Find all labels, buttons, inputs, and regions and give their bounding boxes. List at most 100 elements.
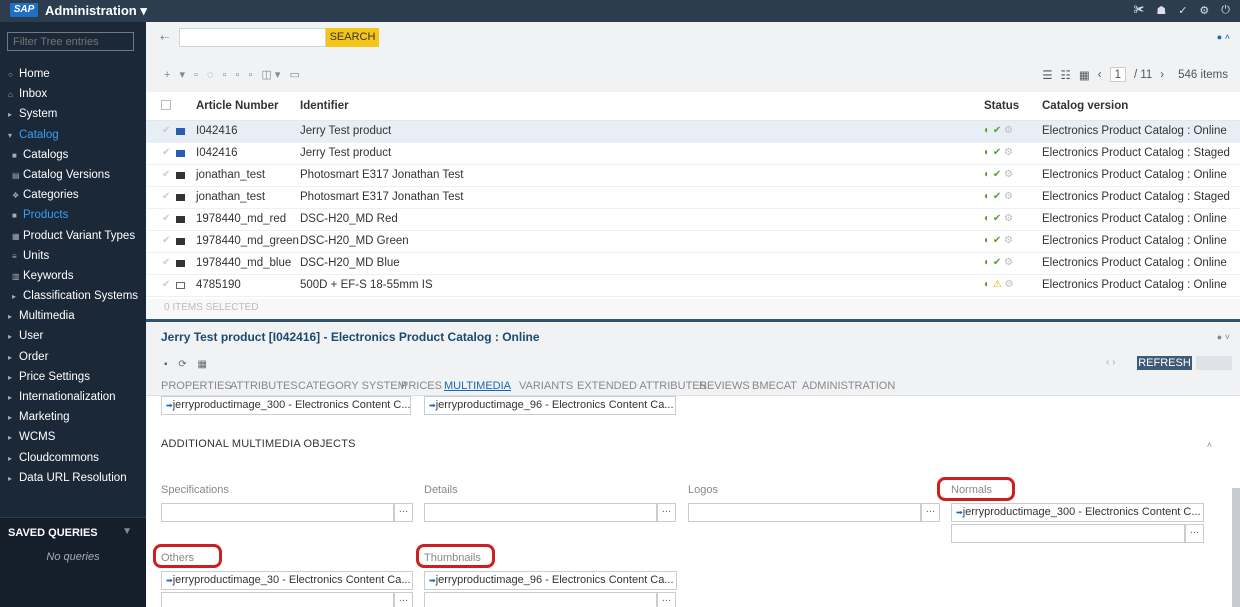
sidebar-item-catalogs[interactable]: ■ Catalogs bbox=[0, 145, 146, 165]
logos-browse-button[interactable]: … bbox=[921, 503, 940, 522]
tree-view-icon[interactable]: ☷ bbox=[1061, 68, 1071, 82]
filter-icon[interactable]: ▼ bbox=[122, 526, 132, 537]
settings-icon[interactable]: ⚙ bbox=[1199, 4, 1209, 17]
table-row[interactable]: ✔ jonathan_test Photosmart E317 Jonathan T… bbox=[146, 165, 1240, 187]
tab-prices[interactable]: PRICES bbox=[401, 380, 442, 392]
table-row[interactable]: ✔ 4785190 500D + EF-S 18-55mm IS ◐ ⚠ ⚙ Elec… bbox=[146, 275, 1240, 297]
normals-field[interactable] bbox=[951, 524, 1185, 543]
pin-icon[interactable]: ● ˄ bbox=[1217, 32, 1230, 42]
row-checkbox[interactable]: ✔ bbox=[162, 213, 170, 224]
select-all-checkbox[interactable] bbox=[161, 100, 171, 110]
sidebar-item-marketing[interactable]: ▸ Marketing bbox=[0, 407, 146, 427]
tab-properties[interactable]: PROPERTIES bbox=[161, 380, 232, 392]
reference-chip[interactable]: ➡jerryproductimage_96 - Electronics Cont… bbox=[424, 396, 676, 415]
tab-variants[interactable]: VARIANTS bbox=[519, 380, 573, 392]
sidebar-item-cloudcommons[interactable]: ▸ Cloudcommons bbox=[0, 448, 146, 468]
pin-detail-icon[interactable]: ● ˅ bbox=[1217, 332, 1230, 342]
edit-icon[interactable]: ✀ bbox=[1134, 4, 1145, 17]
sidebar-item-keywords[interactable]: ▥ Keywords bbox=[0, 266, 146, 286]
tab-category-system[interactable]: CATEGORY SYSTEM bbox=[298, 380, 407, 392]
logos-field[interactable] bbox=[688, 503, 921, 522]
sidebar-item-price-settings[interactable]: ▸ Price Settings bbox=[0, 367, 146, 387]
tab-reviews[interactable]: REVIEWS bbox=[699, 380, 750, 392]
sidebar-item-units[interactable]: ≡ Units bbox=[0, 246, 146, 266]
table-row[interactable]: ✔ 1978440_md_red DSC-H20_MD Red ◐ ✔ ⚙ Elect… bbox=[146, 209, 1240, 231]
print-icon[interactable]: ☗ bbox=[1156, 4, 1166, 17]
table-row[interactable]: ✔ 1978440_md_green DSC-H20_MD Green ◐ ✔ ⚙ E… bbox=[146, 231, 1240, 253]
article-number-cell: I042416 bbox=[196, 125, 238, 137]
normals-reference[interactable]: ➡jerryproductimage_300 - Electronics Con… bbox=[951, 503, 1204, 522]
collapse-section-icon[interactable]: ˄ bbox=[1207, 440, 1212, 450]
sidebar-item-order[interactable]: ▸ Order bbox=[0, 347, 146, 367]
sidebar-item-label: Classification Systems bbox=[23, 290, 139, 303]
thumbnails-browse-button[interactable]: … bbox=[657, 592, 676, 607]
sidebar-item-user[interactable]: ▸ User bbox=[0, 326, 146, 346]
details-field[interactable] bbox=[424, 503, 657, 522]
collapse-icon[interactable]: ⇠ bbox=[160, 31, 169, 44]
tab-bmecat[interactable]: BMECAT bbox=[752, 380, 797, 392]
column-article-number[interactable]: Article Number bbox=[196, 100, 278, 112]
specifications-field[interactable] bbox=[161, 503, 394, 522]
sidebar-item-system[interactable]: ▸ System bbox=[0, 104, 146, 124]
check-icon[interactable]: ✓ bbox=[1178, 4, 1187, 17]
sidebar-item-inbox[interactable]: ⌂ Inbox bbox=[0, 84, 146, 104]
detail-actions[interactable]: ▪ ⟳ ▦ bbox=[164, 359, 211, 370]
prev-page-icon[interactable]: ‹ bbox=[1098, 69, 1102, 81]
row-checkbox[interactable]: ✔ bbox=[162, 125, 170, 136]
table-row[interactable]: ✔ jonathan_test Photosmart E317 Jonathan T… bbox=[146, 187, 1240, 209]
sidebar-item-categories[interactable]: ❖ Categories bbox=[0, 185, 146, 205]
page-number-input[interactable]: 1 bbox=[1109, 67, 1126, 82]
reference-chip[interactable]: ➡jerryproductimage_300 - Electronics Con… bbox=[161, 396, 411, 415]
others-field[interactable] bbox=[161, 592, 394, 607]
list-view-icon[interactable]: ☰ bbox=[1042, 68, 1052, 82]
column-status[interactable]: Status bbox=[984, 100, 1019, 112]
sidebar-item-catalog[interactable]: ▾ Catalog bbox=[0, 125, 146, 145]
table-row[interactable]: ✔ 1978440_md_blue DSC-H20_MD Blue ◐ ✔ ⚙ Ele… bbox=[146, 253, 1240, 275]
filter-tree-input[interactable] bbox=[7, 32, 134, 51]
sidebar-item-catalog-versions[interactable]: ▤ Catalog Versions bbox=[0, 165, 146, 185]
column-catalog-version[interactable]: Catalog version bbox=[1042, 100, 1128, 112]
refresh-button[interactable]: REFRESH bbox=[1137, 356, 1192, 370]
next-page-icon[interactable]: › bbox=[1160, 69, 1164, 81]
details-browse-button[interactable]: … bbox=[657, 503, 676, 522]
sidebar-item-multimedia[interactable]: ▸ Multimedia bbox=[0, 306, 146, 326]
tab-multimedia[interactable]: MULTIMEDIA bbox=[444, 380, 511, 392]
row-checkbox[interactable]: ✔ bbox=[162, 191, 170, 202]
table-row[interactable]: ✔ I042416 Jerry Test product ◐ ✔ ⚙ Electron… bbox=[146, 143, 1240, 165]
sidebar-item-product-variant-types[interactable]: ▦ Product Variant Types bbox=[0, 226, 146, 246]
sidebar-item-products[interactable]: ■ Products bbox=[0, 205, 146, 225]
catalog-version-cell: Electronics Product Catalog : Online bbox=[1042, 257, 1227, 269]
thumbnails-reference[interactable]: ➡jerryproductimage_96 - Electronics Cont… bbox=[424, 571, 677, 590]
tab-attributes[interactable]: ATTRIBUTES bbox=[230, 380, 298, 392]
sidebar-item-label: Units bbox=[23, 249, 50, 262]
grid-view-icon[interactable]: ▦ bbox=[1079, 68, 1090, 82]
sidebar-item-data-url-resolution[interactable]: ▸ Data URL Resolution bbox=[0, 468, 146, 488]
power-icon[interactable]: ⏻ bbox=[1221, 4, 1230, 17]
sidebar-item-home[interactable]: ○ Home bbox=[0, 64, 146, 84]
thumbnails-field[interactable] bbox=[424, 592, 657, 607]
sidebar-item-internationalization[interactable]: ▸ Internationalization bbox=[0, 387, 146, 407]
tab-administration[interactable]: ADMINISTRATION bbox=[802, 380, 895, 392]
table-row[interactable]: ✔ I042416 Jerry Test product ◐ ✔ ⚙ Electron… bbox=[146, 121, 1240, 143]
toolbar-actions[interactable]: + ▾ ▫ ◌ ▫ ▫ ▫ ◫▾ ▭ bbox=[164, 68, 303, 81]
column-identifier[interactable]: Identifier bbox=[300, 100, 349, 112]
row-checkbox[interactable]: ✔ bbox=[162, 279, 170, 290]
row-checkbox[interactable]: ✔ bbox=[162, 169, 170, 180]
tree-node-icon: ▸ bbox=[8, 413, 13, 423]
tab-extended-attributes[interactable]: EXTENDED ATTRIBUTES bbox=[577, 380, 707, 392]
vertical-scrollbar[interactable] bbox=[1232, 488, 1240, 607]
row-checkbox[interactable]: ✔ bbox=[162, 147, 170, 158]
app-title-dropdown[interactable]: Administration ▾ bbox=[45, 3, 147, 19]
sidebar-item-wcms[interactable]: ▸ WCMS bbox=[0, 427, 146, 447]
search-input[interactable] bbox=[179, 28, 326, 47]
prev-next-icon[interactable]: ‹ › bbox=[1106, 357, 1115, 368]
others-reference[interactable]: ➡jerryproductimage_30 - Electronics Cont… bbox=[161, 571, 413, 590]
row-checkbox[interactable]: ✔ bbox=[162, 257, 170, 268]
row-checkbox[interactable]: ✔ bbox=[162, 235, 170, 246]
normals-browse-button[interactable]: … bbox=[1185, 524, 1204, 543]
others-browse-button[interactable]: … bbox=[394, 592, 413, 607]
specifications-browse-button[interactable]: … bbox=[394, 503, 413, 522]
search-button[interactable]: SEARCH bbox=[326, 28, 379, 47]
save-button[interactable] bbox=[1196, 356, 1232, 370]
sidebar-item-classification-systems[interactable]: ▸ Classification Systems bbox=[0, 286, 146, 306]
